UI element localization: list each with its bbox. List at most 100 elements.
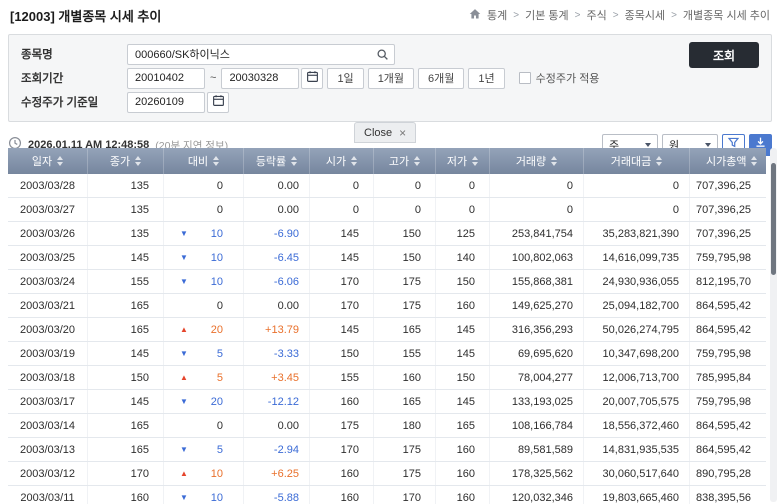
column-header-label: 일자 [32, 153, 52, 169]
scrollbar-thumb[interactable] [771, 163, 776, 275]
table-row: 2003/03/25 145 ▼ 10 -6.45 145 150 140 10… [8, 246, 766, 270]
cell-rate: -6.45 [244, 246, 310, 269]
breadcrumb: 통계 > 기본 통계 > 주식 > 종목시세 > 개별종목 시세 추이 [469, 7, 770, 23]
period-to-input[interactable] [221, 68, 299, 89]
cell-date: 2003/03/26 [8, 222, 88, 245]
breadcrumb-item[interactable]: 주식 [587, 7, 607, 23]
calendar-icon [306, 70, 319, 86]
cell-marketcap: 707,396,25 [690, 174, 766, 197]
period-1month-button[interactable]: 1개월 [368, 68, 414, 89]
cell-open: 170 [310, 270, 374, 293]
cell-change: ▼ 10 [164, 486, 244, 504]
table-row: 2003/03/28 135 0 0.00 0 0 0 0 0 707,396,… [8, 174, 766, 198]
cell-close: 165 [88, 318, 164, 341]
sort-icon [291, 156, 297, 166]
cell-close: 145 [88, 246, 164, 269]
adjusted-price-checkbox[interactable] [519, 72, 531, 84]
search-icon[interactable] [376, 48, 389, 66]
cell-volume: 100,802,063 [490, 246, 584, 269]
cell-close: 150 [88, 366, 164, 389]
period-1year-button[interactable]: 1년 [468, 68, 504, 89]
column-header-amount[interactable]: 거래대금 [584, 148, 690, 174]
breadcrumb-item[interactable]: 기본 통계 [525, 7, 569, 23]
cell-volume: 69,695,620 [490, 342, 584, 365]
breadcrumb-item[interactable]: 개별종목 시세 추이 [683, 7, 770, 23]
base-date-label: 수정주가 기준일 [21, 94, 127, 110]
cell-open: 160 [310, 462, 374, 485]
column-header-label: 저가 [447, 153, 467, 169]
change-value: 10 [192, 468, 223, 480]
period-1day-button[interactable]: 1일 [327, 68, 363, 89]
table-row: 2003/03/27 135 0 0.00 0 0 0 0 0 707,396,… [8, 198, 766, 222]
vertical-scrollbar[interactable] [770, 148, 777, 502]
cell-marketcap: 707,396,25 [690, 198, 766, 221]
cell-volume: 133,193,025 [490, 390, 584, 413]
column-header-open[interactable]: 시가 [310, 148, 374, 174]
period-6month-button[interactable]: 6개월 [418, 68, 464, 89]
cell-amount: 0 [584, 198, 690, 221]
column-header-date[interactable]: 일자 [8, 148, 88, 174]
cell-date: 2003/03/21 [8, 294, 88, 317]
change-direction-icon: ▼ [180, 445, 192, 454]
column-header-change[interactable]: 대비 [164, 148, 244, 174]
cell-close: 145 [88, 342, 164, 365]
cell-close: 160 [88, 486, 164, 504]
cell-change: 0 [164, 198, 244, 221]
cell-high: 155 [374, 342, 436, 365]
change-direction-icon: ▼ [180, 277, 192, 286]
change-direction-icon: ▼ [180, 493, 192, 502]
change-value: 0 [192, 204, 223, 216]
cell-date: 2003/03/11 [8, 486, 88, 504]
cell-change: ▼ 10 [164, 270, 244, 293]
cell-date: 2003/03/25 [8, 246, 88, 269]
cell-low: 150 [436, 366, 490, 389]
search-button[interactable]: 조회 [689, 42, 759, 68]
cell-marketcap: 864,595,42 [690, 414, 766, 437]
column-header-high[interactable]: 고가 [374, 148, 436, 174]
cell-close: 165 [88, 414, 164, 437]
cell-close: 165 [88, 438, 164, 461]
base-date-input[interactable] [127, 92, 205, 113]
column-header-marketcap[interactable]: 시가총액 [690, 148, 766, 174]
column-header-label: 등락률 [256, 153, 286, 169]
cell-change: ▼ 10 [164, 222, 244, 245]
breadcrumb-separator: > [575, 10, 581, 21]
period-row: 조회기간 ~ 1일 1개월 6개월 1년 수정주가 적용 [21, 67, 759, 89]
period-calendar-button[interactable] [301, 68, 323, 89]
cell-marketcap: 864,595,42 [690, 318, 766, 341]
breadcrumb-item[interactable]: 종목시세 [625, 7, 665, 23]
sort-icon [351, 156, 357, 166]
sort-icon [213, 156, 219, 166]
column-header-rate[interactable]: 등락률 [244, 148, 310, 174]
cell-high: 160 [374, 366, 436, 389]
cell-amount: 35,283,821,390 [584, 222, 690, 245]
cell-low: 160 [436, 486, 490, 504]
cell-rate: -2.94 [244, 438, 310, 461]
home-icon[interactable] [469, 8, 481, 23]
stock-name-input[interactable] [127, 44, 395, 65]
table-row: 2003/03/14 165 0 0.00 175 180 165 108,16… [8, 414, 766, 438]
column-header-volume[interactable]: 거래량 [490, 148, 584, 174]
period-from-input[interactable] [127, 68, 205, 89]
table-row: 2003/03/24 155 ▼ 10 -6.06 170 175 150 15… [8, 270, 766, 294]
breadcrumb-item[interactable]: 통계 [487, 7, 507, 23]
stock-name-label: 종목명 [21, 46, 127, 62]
base-date-calendar-button[interactable] [207, 92, 229, 113]
cell-low: 160 [436, 462, 490, 485]
change-direction-icon: ▼ [180, 229, 192, 238]
change-direction-icon: ▼ [180, 349, 192, 358]
change-direction-icon: ▼ [180, 253, 192, 262]
change-direction-icon: ▲ [180, 325, 192, 334]
cell-rate: -3.33 [244, 342, 310, 365]
cell-change: ▲ 5 [164, 366, 244, 389]
sort-icon [751, 156, 757, 166]
cell-high: 0 [374, 198, 436, 221]
cell-volume: 108,166,784 [490, 414, 584, 437]
cell-volume: 78,004,277 [490, 366, 584, 389]
cell-amount: 19,803,665,460 [584, 486, 690, 504]
column-header-close[interactable]: 종가 [88, 148, 164, 174]
column-header-low[interactable]: 저가 [436, 148, 490, 174]
table-row: 2003/03/11 160 ▼ 10 -5.88 160 170 160 12… [8, 486, 766, 504]
change-value: 0 [192, 300, 223, 312]
table-row: 2003/03/19 145 ▼ 5 -3.33 150 155 145 69,… [8, 342, 766, 366]
